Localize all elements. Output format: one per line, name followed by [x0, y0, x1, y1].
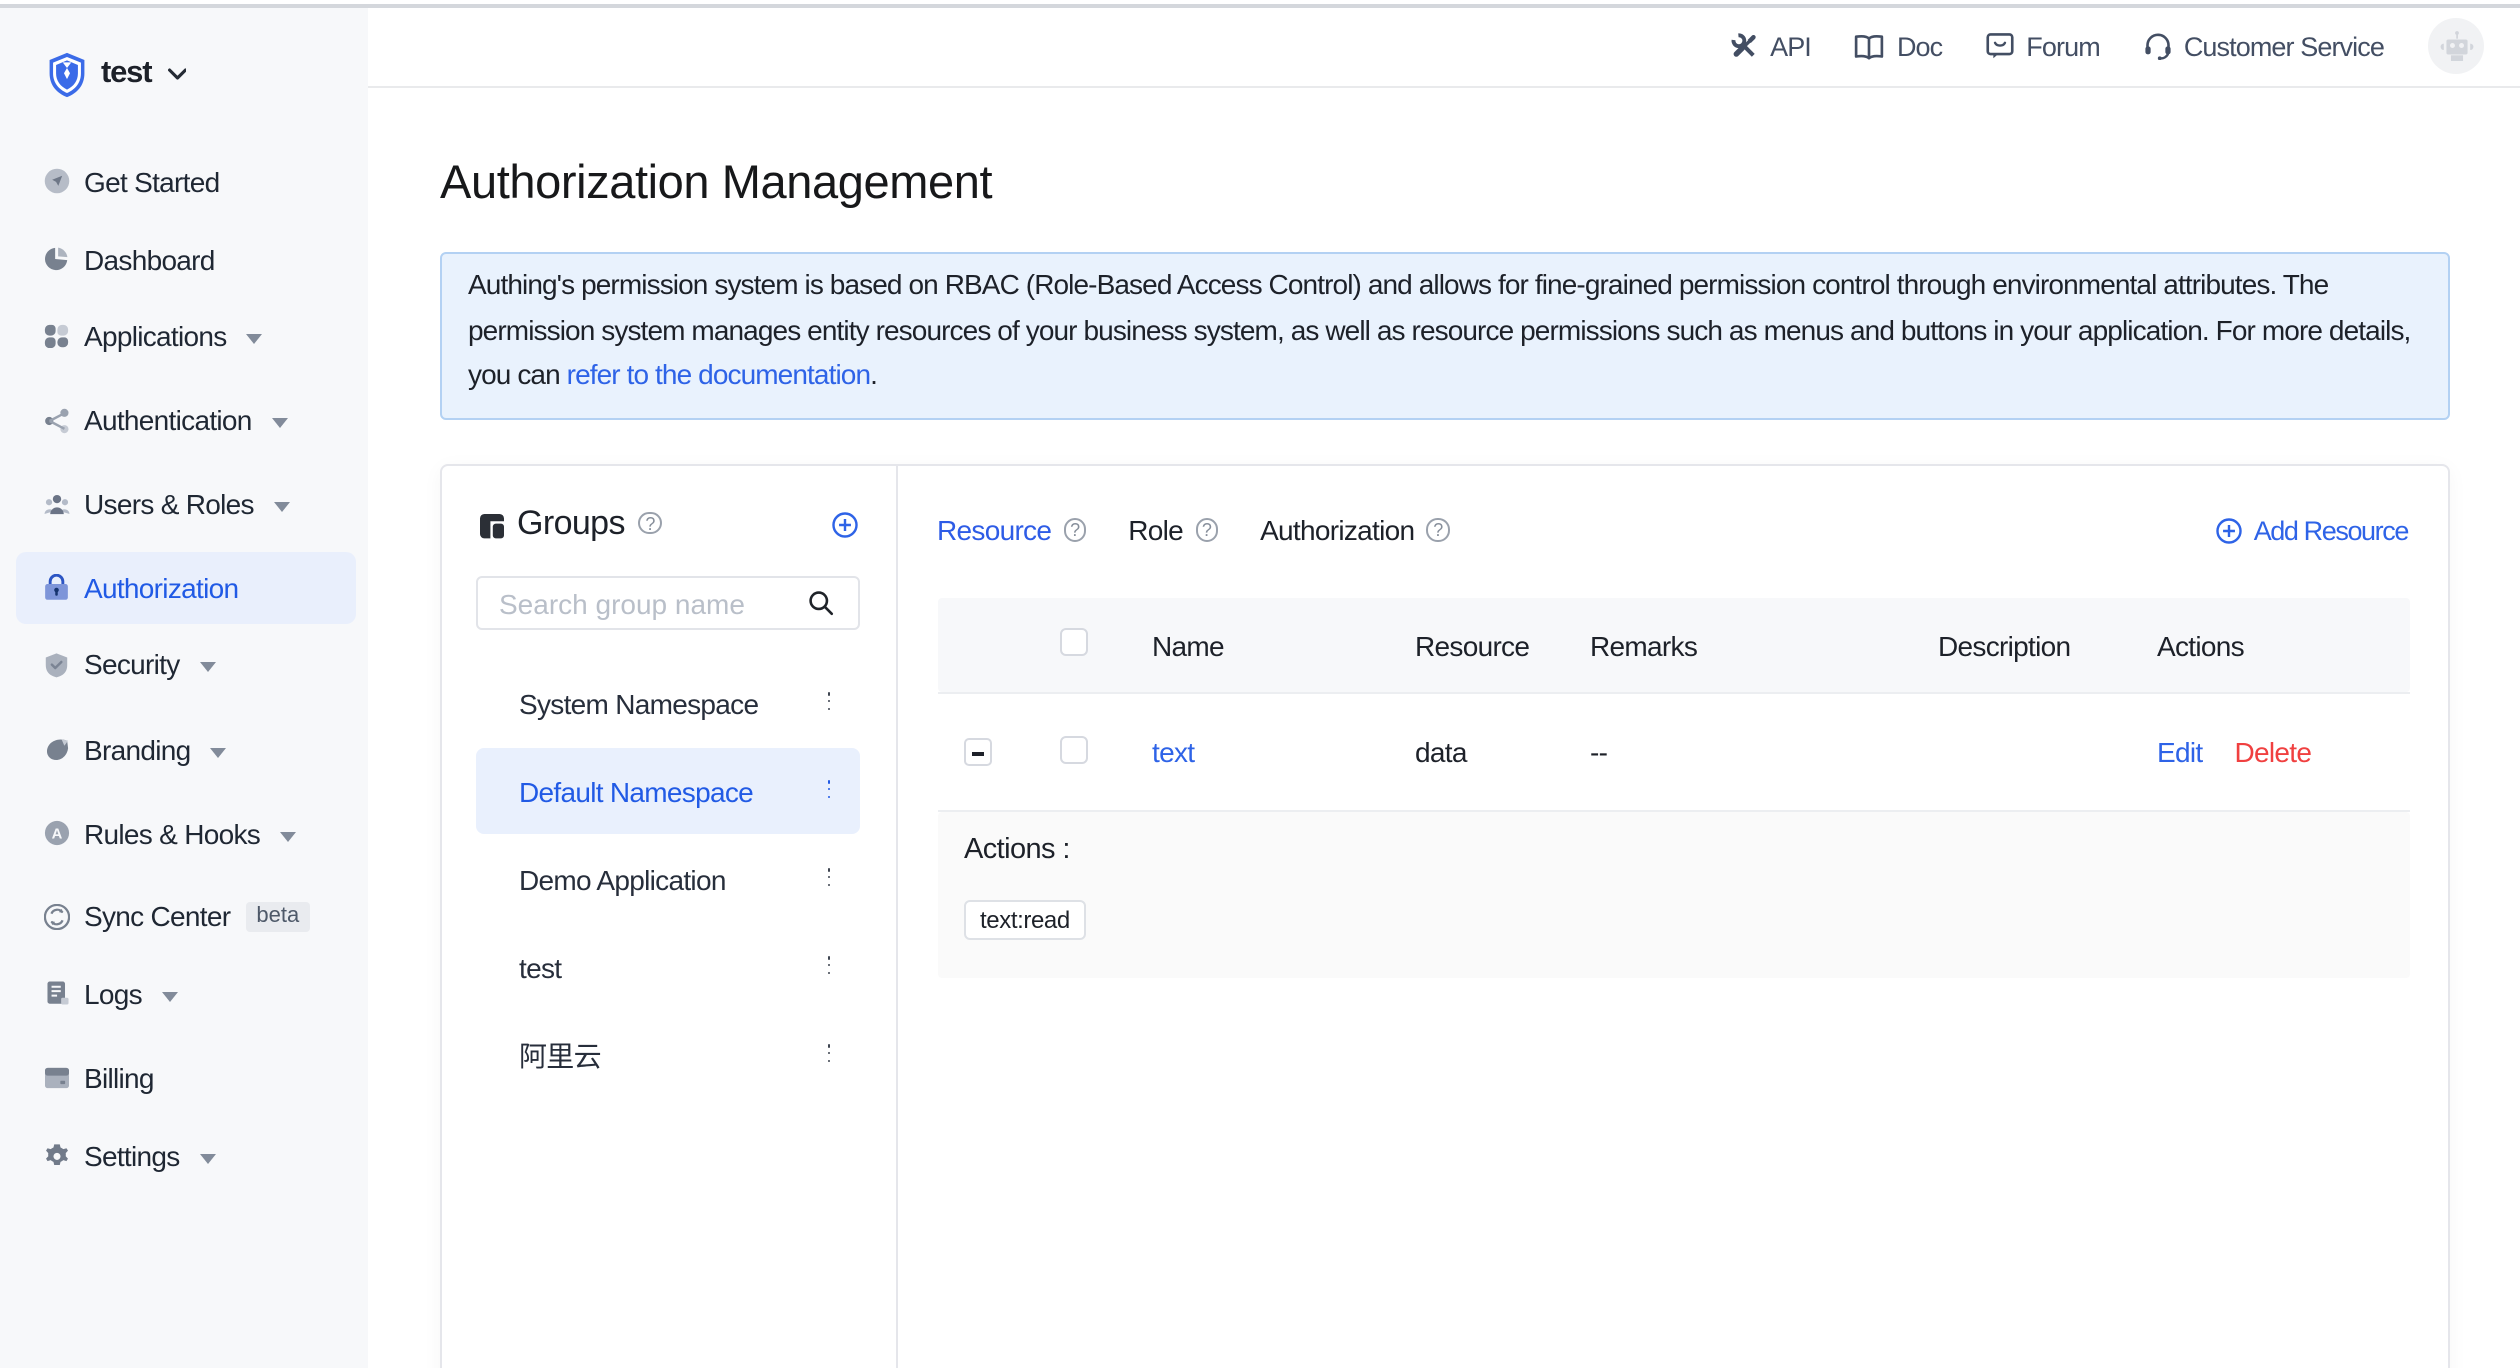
- svg-text:A: A: [52, 827, 63, 843]
